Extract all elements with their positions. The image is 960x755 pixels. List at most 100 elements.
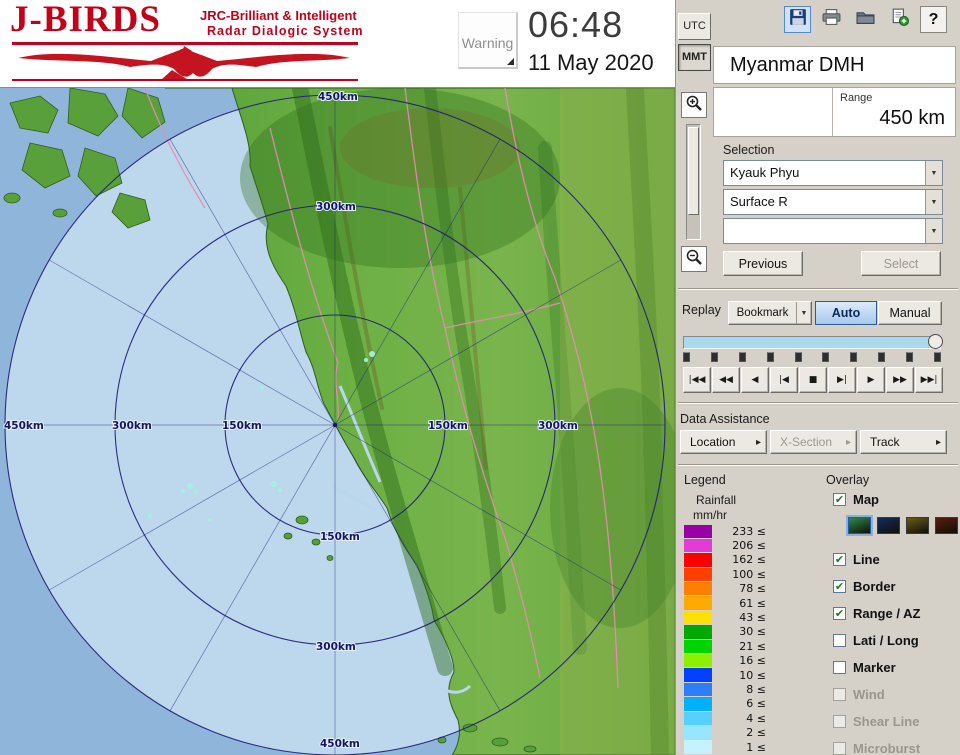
- selection-dropdown-3[interactable]: ▼: [723, 218, 943, 244]
- playback-first-button[interactable]: |◀◀: [683, 367, 711, 393]
- replay-tick[interactable]: [795, 352, 802, 362]
- replay-tick[interactable]: [822, 352, 829, 362]
- legend-value: 1 ≤: [720, 741, 766, 754]
- replay-timeline-slider[interactable]: [683, 336, 941, 349]
- previous-button[interactable]: Previous: [723, 251, 803, 276]
- auto-mode-button[interactable]: Auto: [815, 301, 877, 325]
- overlay-label: Range / AZ: [853, 606, 920, 621]
- replay-tick[interactable]: [711, 352, 718, 362]
- legend-value: 21 ≤: [720, 640, 766, 653]
- bookmark-button[interactable]: Bookmark ▼: [728, 301, 812, 325]
- chevron-down-icon[interactable]: ▼: [925, 219, 942, 243]
- manual-mode-button[interactable]: Manual: [878, 301, 942, 325]
- warning-button[interactable]: Warning: [458, 12, 518, 69]
- checkbox[interactable]: [833, 634, 846, 647]
- overlay-label-map: Map: [853, 492, 879, 507]
- chevron-down-icon[interactable]: ▼: [925, 190, 942, 214]
- playback-fast-forward-button[interactable]: ▶▶: [886, 367, 914, 393]
- checkbox[interactable]: [833, 688, 846, 701]
- logo-underline: [12, 42, 358, 45]
- selection-dropdown-1[interactable]: Kyauk Phyu▼: [723, 160, 943, 186]
- legend-value: 206 ≤: [720, 539, 766, 552]
- selection-dropdown-2[interactable]: Surface R▼: [723, 189, 943, 215]
- warning-corner-grip: [507, 58, 514, 65]
- timezone-button-utc[interactable]: UTC: [678, 13, 711, 40]
- radar-map-viewport[interactable]: 450km300km450km300km150km150km300km150km…: [0, 88, 675, 755]
- legend-value: 16 ≤: [720, 654, 766, 667]
- replay-tick[interactable]: [850, 352, 857, 362]
- station-title: Myanmar DMH: [713, 46, 956, 84]
- chevron-down-icon[interactable]: ▼: [925, 161, 942, 185]
- export-button[interactable]: [886, 6, 913, 33]
- playback-last-button[interactable]: ▶▶|: [915, 367, 943, 393]
- replay-tick[interactable]: [683, 352, 690, 362]
- overlay-item-map[interactable]: ✔ Map: [833, 492, 879, 507]
- open-folder-button[interactable]: [852, 6, 879, 33]
- logo-tagline-line1: JRC-Brilliant & Intelligent: [200, 8, 357, 23]
- playback-step-back-button[interactable]: |◀: [770, 367, 798, 393]
- replay-tick[interactable]: [767, 352, 774, 362]
- map-scheme-terrain-green[interactable]: [848, 517, 871, 534]
- print-button[interactable]: [818, 6, 845, 33]
- overlay-item-lati-long[interactable]: Lati / Long: [833, 627, 920, 654]
- overlay-item-shear-line[interactable]: Shear Line: [833, 708, 920, 735]
- legend-row: 30 ≤: [684, 625, 766, 639]
- checkbox[interactable]: ✔: [833, 553, 846, 566]
- legend-value: 100 ≤: [720, 568, 766, 581]
- checkbox[interactable]: ✔: [833, 493, 846, 506]
- logo-tagline-line2: Radar Dialogic System: [207, 24, 363, 38]
- overlay-item-microburst[interactable]: Microburst: [833, 735, 920, 755]
- checkbox[interactable]: [833, 742, 846, 755]
- location-button[interactable]: Location▸: [680, 430, 767, 454]
- open-folder-icon: [856, 8, 875, 31]
- overlay-item-line[interactable]: ✔Line: [833, 546, 920, 573]
- checkbox[interactable]: ✔: [833, 607, 846, 620]
- legend-row: 61 ≤: [684, 596, 766, 610]
- checkbox[interactable]: ✔: [833, 580, 846, 593]
- legend-row: 21 ≤: [684, 639, 766, 653]
- legend-row: 2 ≤: [684, 725, 766, 739]
- checkbox[interactable]: [833, 715, 846, 728]
- replay-tick[interactable]: [906, 352, 913, 362]
- zoom-out-button[interactable]: [681, 246, 707, 272]
- zoom-in-button[interactable]: [681, 92, 707, 118]
- button-label: Track: [870, 435, 900, 449]
- legend-color-swatch: [684, 625, 712, 638]
- overlay-label: Wind: [853, 687, 885, 702]
- print-icon: [822, 8, 841, 31]
- replay-tick[interactable]: [739, 352, 746, 362]
- save-button[interactable]: [784, 6, 811, 33]
- chevron-down-icon[interactable]: ▼: [796, 302, 811, 324]
- map-scheme-dark-navy[interactable]: [877, 517, 900, 534]
- radar-map[interactable]: 450km300km450km300km150km150km300km150km…: [0, 88, 675, 755]
- help-button[interactable]: ?: [920, 6, 947, 33]
- overlay-item-border[interactable]: ✔Border: [833, 573, 920, 600]
- checkbox[interactable]: [833, 661, 846, 674]
- ring-distance-label: 450km: [318, 91, 358, 103]
- replay-section-label: Replay: [682, 303, 721, 317]
- map-scheme-dark-maroon[interactable]: [935, 517, 958, 534]
- zoom-slider-track[interactable]: [686, 124, 701, 240]
- map-color-scheme-group: [848, 517, 958, 534]
- overlay-item-marker[interactable]: Marker: [833, 654, 920, 681]
- slider-thumb[interactable]: [928, 334, 943, 349]
- replay-tick[interactable]: [934, 352, 941, 362]
- legend-row: 162 ≤: [684, 553, 766, 567]
- replay-tick[interactable]: [878, 352, 885, 362]
- track-button[interactable]: Track▸: [860, 430, 947, 454]
- timezone-button-mmt[interactable]: MMT: [678, 44, 711, 71]
- overlay-item-wind[interactable]: Wind: [833, 681, 920, 708]
- legend-value: 43 ≤: [720, 611, 766, 624]
- playback-play-button[interactable]: ▶: [857, 367, 885, 393]
- legend-value: 6 ≤: [720, 697, 766, 710]
- playback-fast-rewind-button[interactable]: ◀◀: [712, 367, 740, 393]
- playback-play-reverse-button[interactable]: ◀: [741, 367, 769, 393]
- select-button[interactable]: Select: [861, 251, 941, 276]
- map-scheme-dark-olive[interactable]: [906, 517, 929, 534]
- bookmark-label: Bookmark: [729, 302, 796, 324]
- playback-stop-button[interactable]: ■: [799, 367, 827, 393]
- playback-step-forward-button[interactable]: ▶|: [828, 367, 856, 393]
- zoom-slider-thumb[interactable]: [688, 127, 699, 215]
- x-section-button[interactable]: X-Section▸: [770, 430, 857, 454]
- overlay-item-range-az[interactable]: ✔ Range / AZ: [833, 600, 920, 627]
